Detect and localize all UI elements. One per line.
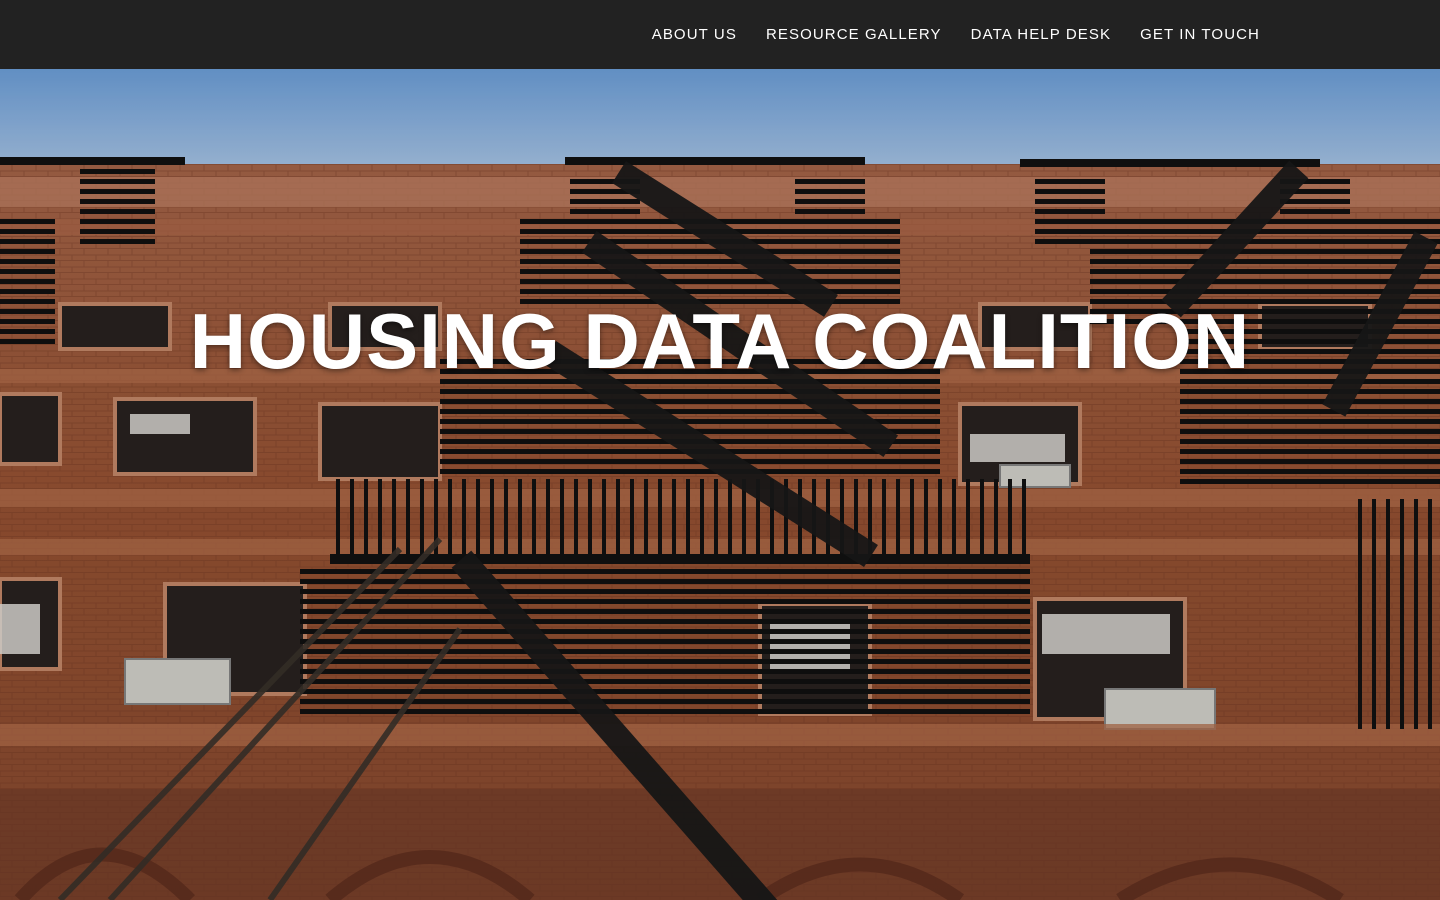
hero-title: HOUSING DATA COALITION: [189, 297, 1251, 385]
nav-link-get-in-touch[interactable]: GET IN TOUCH: [1126, 25, 1260, 45]
nav-link-about-us[interactable]: ABOUT US: [637, 25, 751, 45]
hero-background-photo: [0, 69, 1440, 900]
nav-link-data-help-desk[interactable]: DATA HELP DESK: [956, 25, 1125, 45]
main-nav: ABOUT US RESOURCE GALLERY DATA HELP DESK…: [637, 25, 1260, 45]
hero-banner: HOUSING DATA COALITION: [0, 69, 1440, 900]
nav-link-resource-gallery[interactable]: RESOURCE GALLERY: [751, 25, 956, 45]
top-navigation-bar: ABOUT US RESOURCE GALLERY DATA HELP DESK…: [0, 0, 1440, 69]
